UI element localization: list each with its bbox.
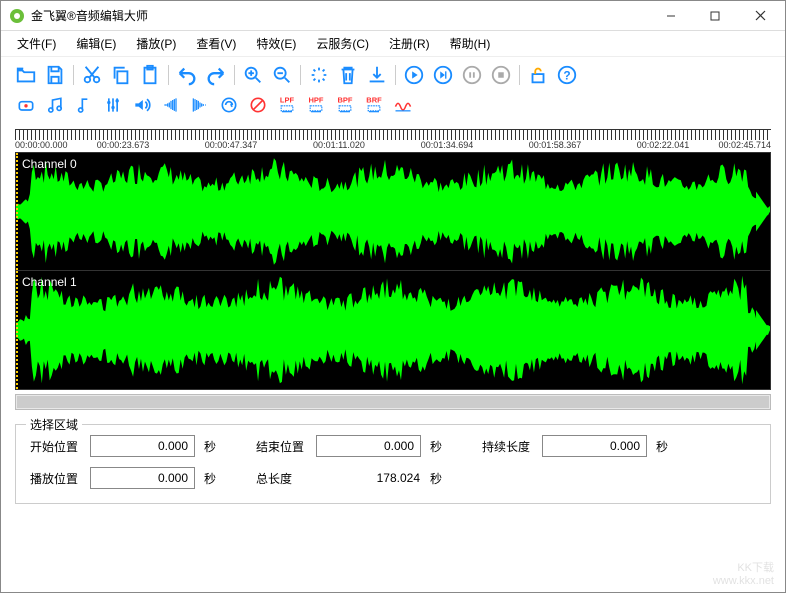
channel-0-label: Channel 0 (22, 157, 77, 171)
ruler-time-label: 00:02:45.714 (718, 140, 771, 150)
menu-view[interactable]: 查看(V) (186, 32, 246, 55)
reverse-button[interactable] (216, 92, 242, 118)
fade-out-button[interactable] (187, 92, 213, 118)
brf-button[interactable]: BRF (361, 92, 387, 118)
undo-button[interactable] (174, 62, 200, 88)
window-title: 金飞翼®音频编辑大师 (31, 7, 649, 24)
svg-text:BPF: BPF (338, 96, 353, 105)
paste-button[interactable] (137, 62, 163, 88)
ruler-time-label: 00:00:00.000 (15, 140, 68, 150)
unit-label: 秒 (426, 438, 452, 455)
unit-label: 秒 (200, 438, 226, 455)
fade-in-button[interactable] (158, 92, 184, 118)
toolbar-effects: LPF HPF BPF BRF (1, 91, 785, 121)
app-icon (9, 8, 25, 24)
minimize-button[interactable] (649, 2, 693, 30)
ruler-time-label: 00:00:23.673 (97, 140, 150, 150)
channel-1-label: Channel 1 (22, 275, 77, 289)
lpf-button[interactable]: LPF (274, 92, 300, 118)
selection-region-panel: 选择区域 开始位置 秒 结束位置 秒 持续长度 秒 播放位置 秒 总长度 178… (15, 424, 771, 504)
ruler-time-label: 00:01:58.367 (529, 140, 582, 150)
play-position-input[interactable] (90, 467, 195, 489)
separator (234, 65, 235, 85)
volume-button[interactable] (129, 92, 155, 118)
content-area: 00:00:00.000 00:00:23.673 00:00:47.347 00:0… (1, 121, 785, 592)
record-button[interactable] (13, 92, 39, 118)
menu-edit[interactable]: 编辑(E) (66, 32, 126, 55)
separator (300, 65, 301, 85)
effects-button[interactable] (306, 62, 332, 88)
toolbar: ? (1, 57, 785, 91)
channel-1[interactable]: Channel 1 (16, 271, 770, 389)
eq-button[interactable] (390, 92, 416, 118)
menu-register[interactable]: 注册(R) (379, 32, 440, 55)
no-filter-button[interactable] (245, 92, 271, 118)
lock-button[interactable] (525, 62, 551, 88)
menu-play[interactable]: 播放(P) (126, 32, 186, 55)
titlebar: 金飞翼®音频编辑大师 (1, 1, 785, 31)
channel-0[interactable]: Channel 0 (16, 153, 770, 271)
svg-text:LPF: LPF (280, 96, 295, 105)
bpf-button[interactable]: BPF (332, 92, 358, 118)
app-window: 金飞翼®音频编辑大师 文件(F) 编辑(E) 播放(P) 查看(V) 特效(E)… (0, 0, 786, 593)
note-button[interactable] (71, 92, 97, 118)
menu-file[interactable]: 文件(F) (7, 32, 66, 55)
cut-button[interactable] (79, 62, 105, 88)
stop-button[interactable] (488, 62, 514, 88)
waveform-area: Channel 0 Channel 1 (15, 152, 771, 390)
separator (168, 65, 169, 85)
unit-label: 秒 (200, 470, 226, 487)
waveform-0 (16, 153, 770, 270)
maximize-button[interactable] (693, 2, 737, 30)
close-button[interactable] (737, 2, 783, 30)
play-button[interactable] (401, 62, 427, 88)
svg-text:HPF: HPF (309, 96, 324, 105)
pause-button[interactable] (459, 62, 485, 88)
region-title: 选择区域 (26, 416, 82, 433)
start-position-input[interactable] (90, 435, 195, 457)
copy-button[interactable] (108, 62, 134, 88)
separator (395, 65, 396, 85)
delete-button[interactable] (335, 62, 361, 88)
ruler-time-label: 00:01:34.694 (421, 140, 474, 150)
duration-input[interactable] (542, 435, 647, 457)
svg-text:BRF: BRF (366, 96, 382, 105)
music-button[interactable] (42, 92, 68, 118)
duration-label: 持续长度 (482, 438, 542, 455)
horizontal-scrollbar[interactable] (15, 394, 771, 410)
menu-effects[interactable]: 特效(E) (246, 32, 306, 55)
time-ruler[interactable]: 00:00:00.000 00:00:23.673 00:00:47.347 00:0… (15, 129, 771, 151)
end-position-input[interactable] (316, 435, 421, 457)
play-position-label: 播放位置 (30, 470, 90, 487)
save-button[interactable] (42, 62, 68, 88)
svg-text:?: ? (563, 69, 570, 83)
hpf-button[interactable]: HPF (303, 92, 329, 118)
mixer-button[interactable] (100, 92, 126, 118)
separator (73, 65, 74, 85)
playhead-marker (16, 153, 18, 270)
menu-cloud[interactable]: 云服务(C) (306, 32, 379, 55)
separator (519, 65, 520, 85)
playhead-marker (16, 271, 18, 389)
ruler-time-label: 00:01:11.020 (313, 140, 365, 150)
export-button[interactable] (364, 62, 390, 88)
start-position-label: 开始位置 (30, 438, 90, 455)
ruler-time-label: 00:00:47.347 (205, 140, 258, 150)
end-position-label: 结束位置 (256, 438, 316, 455)
zoom-out-button[interactable] (269, 62, 295, 88)
ruler-time-label: 00:02:22.041 (637, 140, 690, 150)
menubar: 文件(F) 编辑(E) 播放(P) 查看(V) 特效(E) 云服务(C) 注册(… (1, 31, 785, 57)
play-loop-button[interactable] (430, 62, 456, 88)
redo-button[interactable] (203, 62, 229, 88)
help-button[interactable]: ? (554, 62, 580, 88)
open-button[interactable] (13, 62, 39, 88)
total-length-value: 178.024 (316, 471, 426, 485)
unit-label: 秒 (426, 470, 452, 487)
total-length-label: 总长度 (256, 470, 316, 487)
waveform-1 (16, 271, 770, 389)
unit-label: 秒 (652, 438, 678, 455)
zoom-in-button[interactable] (240, 62, 266, 88)
menu-help[interactable]: 帮助(H) (440, 32, 501, 55)
